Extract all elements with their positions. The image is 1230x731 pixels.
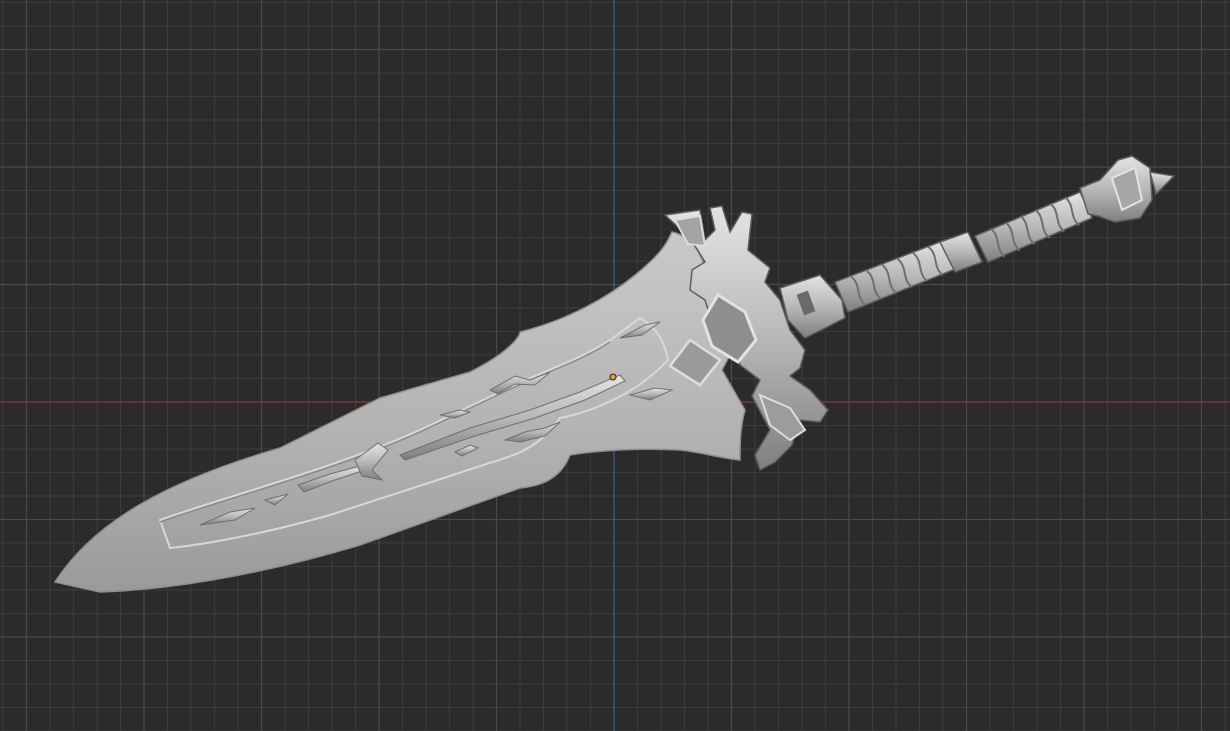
- 3d-viewport[interactable]: [0, 0, 1230, 731]
- object-origin-point[interactable]: [609, 373, 617, 381]
- upper-grip[interactable]: [973, 191, 1094, 263]
- blade[interactable]: [53, 231, 746, 593]
- viewport-canvas[interactable]: [0, 0, 1230, 731]
